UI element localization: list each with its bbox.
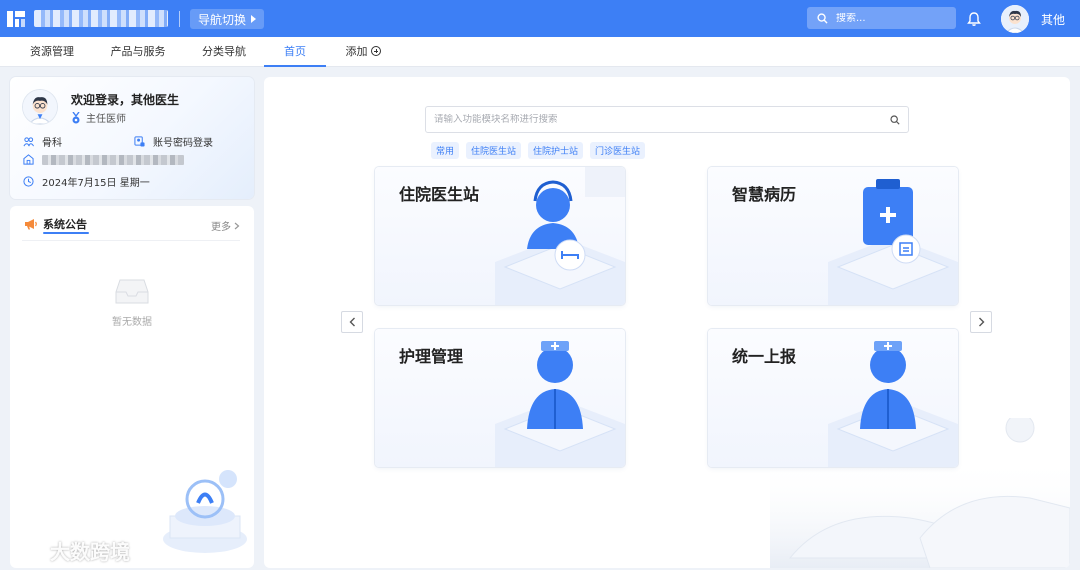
app-logo-icon[interactable] (6, 9, 26, 29)
login-method-row: 账号密码登录 (134, 134, 213, 149)
main-content-card: 常用 住院医生站 住院护士站 门诊医生站 住院医生站 (264, 77, 1070, 568)
doctor-headset-icon (495, 167, 625, 305)
chevron-right-icon (978, 317, 984, 327)
notice-divider (22, 240, 240, 241)
top-bar: 导航切换 其他 (0, 0, 1080, 37)
medal-icon (72, 111, 80, 123)
tab-resource-management[interactable]: 资源管理 (20, 37, 84, 67)
institution-row (23, 154, 184, 165)
watermark: 大数跨境 (10, 536, 130, 565)
quick-tag-common[interactable]: 常用 (431, 142, 460, 159)
module-card-unified-reporting[interactable]: 统一上报 (708, 329, 958, 467)
user-info-card: 欢迎登录，其他医生 主任医师 骨科 账号密码登录 2024年7月15日 星期一 (10, 77, 254, 199)
tab-label: 首页 (284, 45, 306, 58)
nav-tab-bar: 资源管理 产品与服务 分类导航 首页 添加 (0, 37, 1080, 67)
tab-label: 资源管理 (30, 45, 74, 58)
hospital-name-blurred (34, 10, 168, 27)
module-search-input[interactable] (434, 114, 890, 125)
tab-label: 添加 (345, 45, 368, 58)
tab-home[interactable]: 首页 (264, 37, 326, 67)
watermark-text: 大数跨境 (50, 540, 130, 564)
tab-products-services[interactable]: 产品与服务 (104, 37, 172, 67)
clock-icon (23, 176, 34, 187)
empty-text: 暂无数据 (112, 317, 152, 328)
institution-name-blurred (42, 154, 184, 165)
notice-more-link[interactable]: 更多 (211, 218, 240, 233)
notice-title-underline (43, 232, 89, 234)
chevron-left-icon (349, 317, 355, 327)
quick-tag-inpatient-nurse[interactable]: 住院护士站 (528, 142, 584, 159)
welcome-text: 欢迎登录，其他医生 (71, 93, 180, 107)
module-card-smart-medical-record[interactable]: 智慧病历 (708, 167, 958, 305)
tab-category-nav[interactable]: 分类导航 (192, 37, 256, 67)
add-circle-icon (370, 46, 381, 56)
tab-add[interactable]: 添加 (338, 37, 388, 67)
user-name[interactable]: 其他 (1041, 11, 1065, 28)
global-search[interactable] (807, 7, 956, 29)
chevron-right-icon (234, 222, 240, 229)
date-text: 2024年7月15日 星期一 (42, 178, 150, 189)
module-title: 住院医生站 (399, 185, 480, 204)
medical-kit-icon (828, 179, 958, 305)
watermark-logo-icon (11, 541, 46, 559)
quick-tags: 常用 住院医生站 住院护士站 门诊医生站 (431, 142, 646, 159)
doctor-title-text: 主任医师 (86, 114, 126, 125)
search-icon[interactable] (890, 114, 900, 125)
module-search[interactable] (425, 106, 909, 133)
module-title: 智慧病历 (732, 185, 797, 204)
decorative-illustration (163, 470, 247, 553)
search-icon (817, 12, 828, 24)
doctor-title: 主任医师 (71, 110, 126, 125)
quick-tag-outpatient-doctor[interactable]: 门诊医生站 (590, 142, 646, 159)
tab-label: 分类导航 (202, 45, 246, 58)
building-icon (23, 154, 34, 165)
system-notice-card: 系统公告 更多 暂无数据 (10, 206, 254, 568)
department-text: 骨科 (42, 138, 62, 149)
caret-right-icon (251, 15, 257, 23)
global-search-input[interactable] (836, 12, 946, 24)
login-method-text: 账号密码登录 (153, 138, 213, 149)
date-row: 2024年7月15日 星期一 (23, 174, 150, 189)
tab-label: 产品与服务 (110, 45, 166, 58)
account-icon (134, 136, 145, 147)
carousel-prev-button[interactable] (341, 311, 363, 333)
nurse-icon (495, 341, 625, 467)
group-icon (23, 137, 34, 147)
megaphone-icon (25, 219, 37, 230)
bell-icon[interactable] (966, 11, 982, 27)
doctor-avatar (23, 90, 57, 124)
notice-title: 系统公告 (43, 218, 87, 231)
doctor-avatar-icon (1001, 5, 1029, 33)
top-divider (179, 11, 180, 27)
department-row: 骨科 (23, 134, 62, 149)
quick-tag-inpatient-doctor[interactable]: 住院医生站 (466, 142, 522, 159)
nurse-icon (828, 341, 958, 467)
module-title: 护理管理 (399, 347, 464, 366)
nav-switch-label: 导航切换 (198, 12, 247, 27)
more-label: 更多 (211, 222, 231, 233)
carousel-next-button[interactable] (970, 311, 992, 333)
nav-switch-button[interactable]: 导航切换 (190, 9, 265, 29)
module-card-inpatient-doctor[interactable]: 住院医生站 (375, 167, 625, 305)
module-title: 统一上报 (732, 347, 797, 366)
user-avatar[interactable] (1001, 5, 1029, 33)
module-card-nursing-management[interactable]: 护理管理 (375, 329, 625, 467)
doctor-avatar-icon (23, 90, 57, 124)
empty-inbox-icon (115, 279, 149, 304)
